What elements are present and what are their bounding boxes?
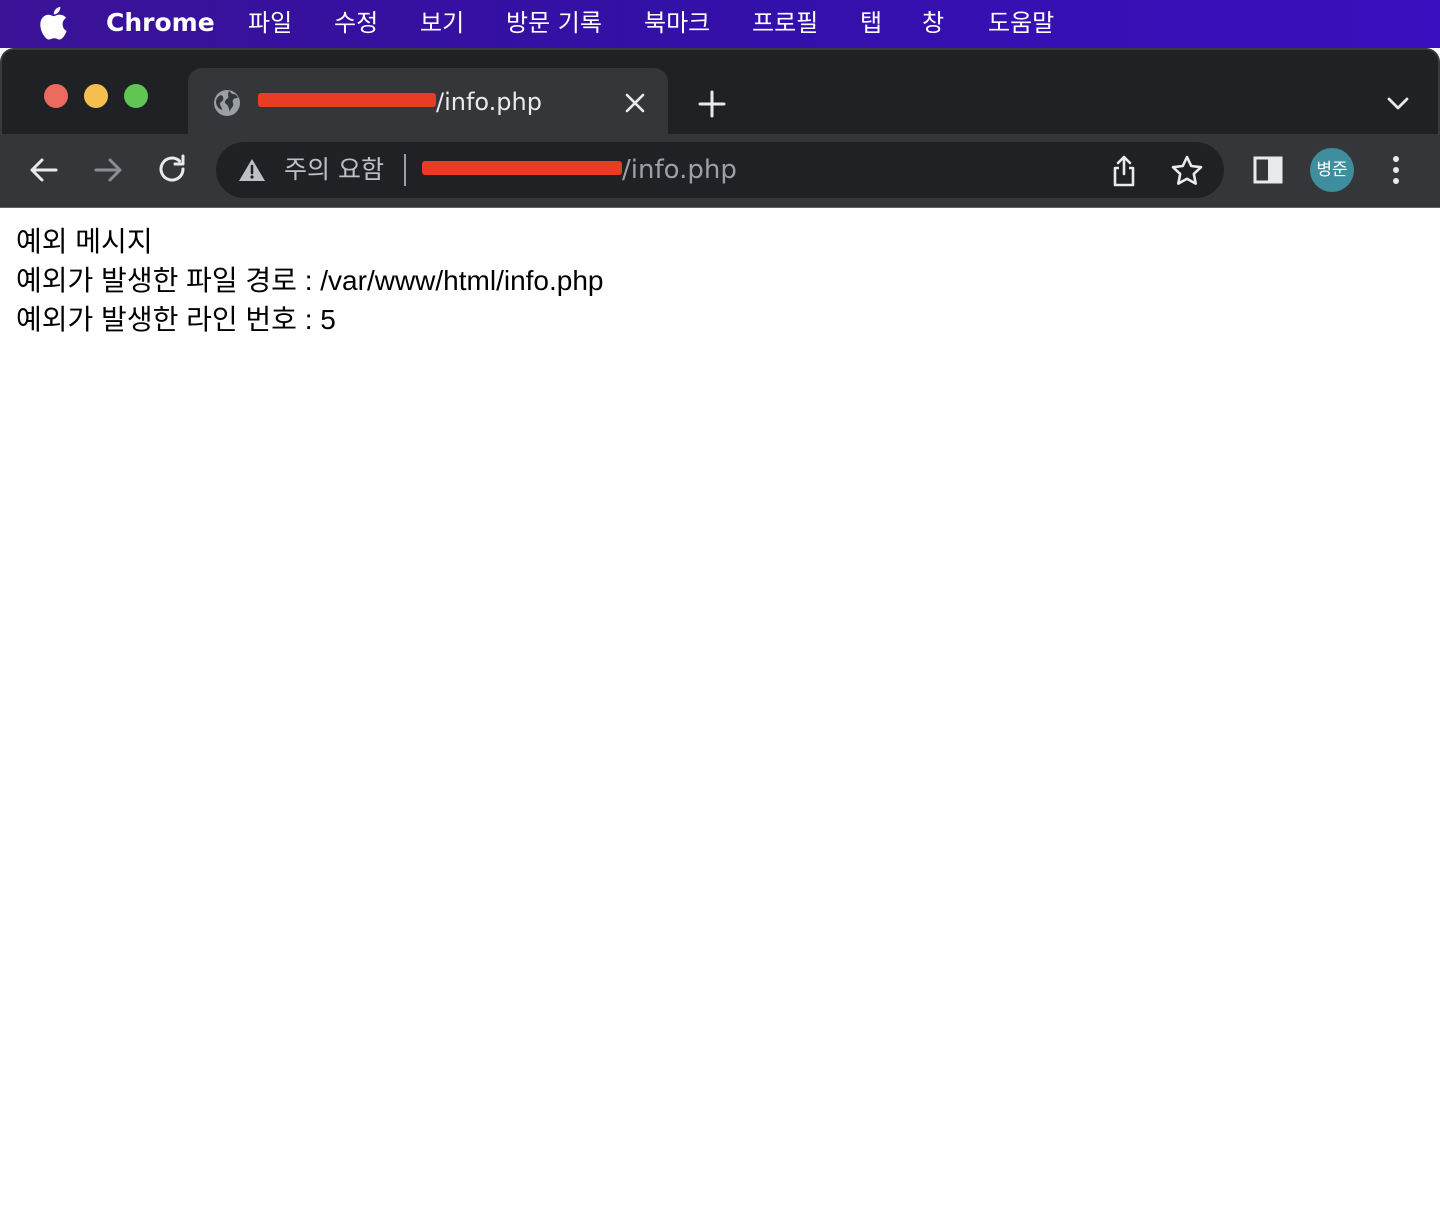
menu-help[interactable]: 도움말: [988, 8, 1054, 38]
exception-line-number: 예외가 발생한 라인 번호 : 5: [16, 304, 336, 335]
browser-window: /info.php 주의 요함 /info.php 병준 예외 메시지 예외가 …: [0, 48, 1440, 1232]
menu-view[interactable]: 보기: [420, 8, 464, 38]
exception-file-path: 예외가 발생한 파일 경로 : /var/www/html/info.php: [16, 265, 604, 296]
back-arrow-icon[interactable]: [26, 152, 62, 188]
more-menu-icon[interactable]: [1378, 152, 1414, 188]
close-window-button[interactable]: [44, 84, 68, 108]
omnibox-divider: [404, 154, 406, 186]
menu-window[interactable]: 창: [922, 8, 944, 38]
zoom-window-button[interactable]: [124, 84, 148, 108]
address-bar[interactable]: 주의 요함 /info.php: [216, 142, 1224, 198]
security-warning-label[interactable]: 주의 요함: [284, 154, 384, 186]
bookmark-star-icon[interactable]: [1170, 154, 1204, 188]
globe-icon: [214, 90, 240, 116]
redacted-host: [258, 93, 436, 107]
close-tab-icon[interactable]: [622, 90, 648, 116]
menu-file[interactable]: 파일: [248, 8, 292, 38]
share-icon[interactable]: [1108, 154, 1140, 188]
new-tab-icon[interactable]: [696, 88, 728, 120]
url-text[interactable]: /info.php: [422, 154, 737, 186]
active-tab[interactable]: /info.php: [188, 68, 668, 136]
menu-edit[interactable]: 수정: [334, 8, 378, 38]
menu-bookmarks[interactable]: 북마크: [644, 8, 710, 38]
menu-profiles[interactable]: 프로필: [752, 8, 818, 38]
profile-avatar[interactable]: 병준: [1310, 148, 1354, 192]
menu-app-name[interactable]: Chrome: [106, 8, 215, 38]
warning-icon[interactable]: [238, 157, 266, 183]
redacted-host: [422, 160, 622, 175]
macos-menu-bar: Chrome 파일 수정 보기 방문 기록 북마크 프로필 탭 창 도움말: [0, 0, 1440, 48]
exception-message-heading: 예외 메시지: [16, 226, 153, 257]
side-panel-icon[interactable]: [1250, 152, 1286, 188]
browser-toolbar: 주의 요함 /info.php 병준: [0, 134, 1440, 208]
chevron-down-icon[interactable]: [1382, 90, 1414, 118]
minimize-window-button[interactable]: [84, 84, 108, 108]
reload-icon[interactable]: [154, 152, 190, 188]
page-content: 예외 메시지 예외가 발생한 파일 경로 : /var/www/html/inf…: [0, 208, 1440, 1232]
apple-logo-icon[interactable]: [38, 6, 68, 40]
menu-tab[interactable]: 탭: [860, 8, 882, 38]
forward-arrow-icon[interactable]: [90, 152, 126, 188]
tab-title: /info.php: [258, 86, 542, 118]
menu-history[interactable]: 방문 기록: [506, 8, 602, 38]
tab-strip: /info.php: [0, 48, 1440, 136]
